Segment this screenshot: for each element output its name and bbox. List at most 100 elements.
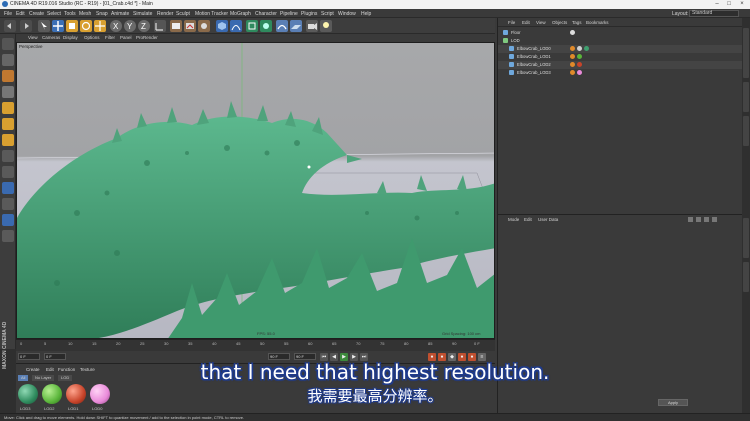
redo-icon[interactable] — [20, 20, 32, 32]
model-mode-icon[interactable] — [2, 54, 14, 66]
menu-select[interactable]: Select — [47, 11, 61, 17]
object-row-elbowcrab-lod0[interactable]: ElbowCrab_LOD0 — [498, 45, 743, 53]
object-row-lod[interactable]: LOD — [498, 37, 743, 45]
start-frame-field[interactable]: 0 F — [18, 353, 40, 360]
menu-snap[interactable]: Snap — [96, 11, 108, 17]
undo-icon[interactable] — [4, 20, 16, 32]
menu-script[interactable]: Script — [321, 11, 334, 17]
viewport-menu-prorender[interactable]: ProRender — [136, 35, 158, 40]
side-tab-layers[interactable] — [743, 262, 749, 292]
object-menu-file[interactable]: File — [508, 20, 515, 25]
layout-dropdown[interactable]: Standard — [689, 10, 739, 17]
phong-tag-icon[interactable] — [570, 70, 575, 75]
material-tag-icon[interactable] — [577, 70, 582, 75]
menu-mesh[interactable]: Mesh — [79, 11, 91, 17]
object-row-elbowcrab-lod2[interactable]: ElbowCrab_LOD2 — [498, 61, 743, 69]
menu-tools[interactable]: Tools — [64, 11, 76, 17]
perspective-viewport[interactable]: Perspective FPS: 55.0 Grid Spacing: 100 … — [16, 42, 495, 339]
tweak-mode-icon[interactable] — [2, 166, 14, 178]
deformer-icon[interactable] — [276, 20, 288, 32]
material-tag-icon[interactable] — [577, 54, 582, 59]
cube-icon[interactable] — [216, 20, 228, 32]
z-axis-lock-icon[interactable]: Z — [138, 20, 150, 32]
attribute-menu-mode[interactable]: Mode — [508, 217, 519, 222]
back-arrow-icon[interactable] — [688, 217, 693, 222]
locked-workplane-icon[interactable] — [2, 214, 14, 226]
timeline-ruler[interactable]: 0 5 10 15 20 25 30 35 40 45 50 55 60 65 … — [16, 339, 495, 351]
menu-file[interactable]: File — [4, 11, 12, 17]
object-menu-objects[interactable]: Objects — [552, 20, 567, 25]
move-tool-icon[interactable] — [52, 20, 64, 32]
viewport-menu-panel[interactable]: Panel — [120, 35, 132, 40]
recent-tool-icon[interactable] — [94, 20, 106, 32]
light-icon[interactable] — [320, 20, 332, 32]
menu-character[interactable]: Character — [255, 11, 277, 17]
menu-create[interactable]: Create — [29, 11, 44, 17]
new-panel-icon[interactable] — [712, 217, 717, 222]
edges-mode-icon[interactable] — [2, 118, 14, 130]
uvw-tag-icon[interactable] — [577, 46, 582, 51]
attribute-menu-user-data[interactable]: User Data — [538, 217, 558, 222]
rotate-tool-icon[interactable] — [80, 20, 92, 32]
workplane-mode-icon[interactable] — [2, 86, 14, 98]
enable-axis-icon[interactable] — [2, 150, 14, 162]
menu-motion-tracker[interactable]: Motion Tracker — [195, 11, 228, 17]
object-row-floor[interactable]: Floor — [498, 29, 743, 37]
array-icon[interactable] — [260, 20, 272, 32]
pen-spline-icon[interactable] — [230, 20, 242, 32]
floor-icon[interactable] — [290, 20, 302, 32]
coordinate-system-icon[interactable] — [154, 20, 166, 32]
viewport-menu-filter[interactable]: Filter — [105, 35, 115, 40]
viewport-menu-cameras[interactable]: Cameras — [42, 35, 60, 40]
menu-animate[interactable]: Animate — [111, 11, 129, 17]
phong-tag-icon[interactable] — [570, 54, 575, 59]
viewport-menu-view[interactable]: View — [28, 35, 38, 40]
object-menu-bookmarks[interactable]: Bookmarks — [586, 20, 609, 25]
texture-mode-icon[interactable] — [2, 70, 14, 82]
menu-window[interactable]: Window — [338, 11, 356, 17]
max-frame-field[interactable]: 90 F — [294, 353, 316, 360]
minimize-button[interactable]: – — [712, 1, 722, 7]
object-row-elbowcrab-lod1[interactable]: ElbowCrab_LOD1 — [498, 53, 743, 61]
points-mode-icon[interactable] — [2, 102, 14, 114]
polygons-mode-icon[interactable] — [2, 134, 14, 146]
maximize-button[interactable]: □ — [724, 1, 734, 7]
current-frame-field[interactable]: 0 F — [44, 353, 66, 360]
side-tab-attributes[interactable] — [743, 218, 749, 258]
object-menu-view[interactable]: View — [536, 20, 546, 25]
y-axis-lock-icon[interactable]: Y — [124, 20, 136, 32]
viewport-menu-options[interactable]: Options — [84, 35, 100, 40]
camera-icon[interactable] — [306, 20, 318, 32]
close-button[interactable]: × — [737, 1, 747, 7]
menu-render[interactable]: Render — [157, 11, 173, 17]
render-picture-viewer-icon[interactable] — [184, 20, 196, 32]
material-tag-icon[interactable] — [577, 62, 582, 67]
menu-sculpt[interactable]: Sculpt — [176, 11, 190, 17]
up-arrow-icon[interactable] — [696, 217, 701, 222]
object-row-elbowcrab-lod3[interactable]: ElbowCrab_LOD3 — [498, 69, 743, 77]
menu-plugins[interactable]: Plugins — [301, 11, 317, 17]
menu-mograph[interactable]: MoGraph — [230, 11, 251, 17]
lock-icon[interactable] — [704, 217, 709, 222]
object-menu-edit[interactable]: Edit — [522, 20, 530, 25]
side-tab-content-browser[interactable] — [743, 82, 749, 112]
x-axis-lock-icon[interactable]: X — [110, 20, 122, 32]
end-frame-field[interactable]: 90 F — [268, 353, 290, 360]
material-tag-icon[interactable] — [570, 30, 575, 35]
phong-tag-icon[interactable] — [570, 62, 575, 67]
attribute-menu-edit[interactable]: Edit — [524, 217, 532, 222]
menu-help[interactable]: Help — [361, 11, 371, 17]
render-settings-icon[interactable] — [198, 20, 210, 32]
viewport-solo-icon[interactable] — [2, 182, 14, 194]
render-view-icon[interactable] — [170, 20, 182, 32]
menu-pipeline[interactable]: Pipeline — [280, 11, 298, 17]
material-tag-icon[interactable] — [584, 46, 589, 51]
live-selection-icon[interactable] — [38, 20, 50, 32]
scale-tool-icon[interactable] — [66, 20, 78, 32]
subdivision-surface-icon[interactable] — [246, 20, 258, 32]
menu-simulate[interactable]: Simulate — [133, 11, 152, 17]
menu-edit[interactable]: Edit — [16, 11, 25, 17]
viewport-menu-display[interactable]: Display — [63, 35, 78, 40]
phong-tag-icon[interactable] — [570, 46, 575, 51]
side-tab-structure[interactable] — [743, 116, 749, 146]
